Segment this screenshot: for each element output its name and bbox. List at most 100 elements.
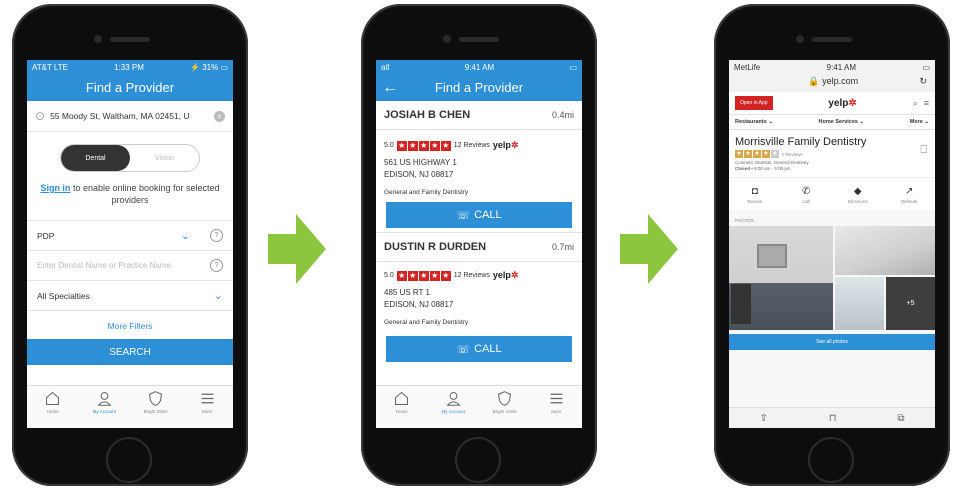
menu-icon xyxy=(201,393,214,404)
phone-2: atl 9:41 AM ▭ ← Find a Provider JOSIAH B… xyxy=(361,4,597,486)
photo-grid[interactable]: +5 xyxy=(729,226,935,330)
external-link-icon: ↗ xyxy=(905,186,914,197)
tab-home[interactable]: Home xyxy=(33,390,73,414)
status-bar: MetLife 9:41 AM ▭ xyxy=(729,60,935,74)
shield-icon xyxy=(149,391,163,406)
see-all-photos-button[interactable]: See all photos xyxy=(729,334,935,350)
more-photos-overlay[interactable]: +5 xyxy=(886,277,935,330)
tabs-icon[interactable]: ⧉ xyxy=(897,413,904,424)
tab-my-account[interactable]: My Account xyxy=(84,390,124,414)
provider-name[interactable]: JOSIAH B CHEN xyxy=(384,109,470,121)
shield-icon xyxy=(498,391,512,406)
review-count[interactable]: 12 Reviews xyxy=(454,142,490,149)
speaker-grille xyxy=(110,37,150,42)
photo-waiting-room[interactable] xyxy=(729,226,833,330)
tab-bright-smile[interactable]: Bright Smile xyxy=(136,390,176,414)
business-name: Morrisville Family Dentistry xyxy=(735,136,867,148)
browser-toolbar: ⇪ ⊓ ⧉ xyxy=(729,407,935,428)
time-label: 9:41 AM xyxy=(464,62,495,72)
app-header: ← Find a Provider xyxy=(376,74,582,101)
phone-1: AT&T LTE 1:33 PM ⚡ 31% ▭ Find a Provider… xyxy=(12,4,248,486)
bookmarks-icon[interactable]: ⊓ xyxy=(829,413,837,424)
call-button[interactable]: ☏ CALL xyxy=(386,202,572,228)
provider-name[interactable]: DUSTIN R DURDEN xyxy=(384,241,486,253)
tab-home[interactable]: Home xyxy=(382,390,422,414)
phone-icon: ☏ xyxy=(456,343,471,356)
photo-treatment-room[interactable] xyxy=(835,277,884,330)
signin-link[interactable]: Sign in xyxy=(40,183,70,193)
help-icon[interactable]: ? xyxy=(210,229,223,242)
directions-button[interactable]: ◆ Directions xyxy=(838,184,878,204)
yelp-nav: Restaurants ⌄ Home Services ⌄ More ⌄ xyxy=(729,115,935,130)
search-icon[interactable]: ⌕ xyxy=(913,98,918,109)
signin-prompt: Sign in to enable online booking for sel… xyxy=(27,182,233,206)
toggle-dental[interactable]: Dental xyxy=(61,145,130,171)
provider-card[interactable]: JOSIAH B CHEN 0.4mi 5.0 ★ ★ ★ ★ ★ 12 Reviews… xyxy=(376,101,582,233)
camera-icon xyxy=(443,35,451,43)
camera-icon xyxy=(94,35,102,43)
search-button[interactable]: SEARCH xyxy=(27,339,233,365)
provider-distance: 0.7mi xyxy=(551,242,574,252)
share-icon[interactable]: ⇪ xyxy=(759,413,767,424)
open-in-app-button[interactable]: Open in App xyxy=(735,96,773,110)
back-arrow-icon[interactable]: ← xyxy=(382,79,398,97)
help-icon[interactable]: ? xyxy=(210,259,223,272)
screen-yelp-page: MetLife 9:41 AM ▭ 🔒 yelp.com ↻ Open in A… xyxy=(729,60,935,428)
user-icon xyxy=(446,392,461,406)
time-label: 9:41 AM xyxy=(826,62,857,72)
app-header: Find a Provider xyxy=(27,74,233,101)
bookmark-icon[interactable]: ⎕ xyxy=(920,144,927,157)
specialties-select[interactable]: All Specialties ⌄ xyxy=(27,281,233,311)
nav-home-services[interactable]: Home Services ⌄ xyxy=(819,119,865,125)
tab-my-account[interactable]: My Account xyxy=(433,390,473,414)
call-button[interactable]: ✆ Call xyxy=(786,184,826,204)
address-line-1: 561 US HIGHWAY 1 xyxy=(384,158,457,167)
yelp-header: Open in App yelp✲ ⌕ ≡ xyxy=(729,92,935,115)
tab-label: Home xyxy=(46,409,59,414)
plan-select[interactable]: PDP ⌄ ? xyxy=(27,220,233,251)
photo-office-ceiling[interactable] xyxy=(835,226,935,275)
tab-label: Bright Smile xyxy=(143,409,168,414)
bottom-tab-bar: Home My Account Bright Smile More xyxy=(376,385,582,428)
dentist-name-input[interactable]: Enter Dentist Name or Practice Name ? xyxy=(27,251,233,281)
signin-text: to enable online booking for selected pr… xyxy=(70,183,220,205)
arrow-right-icon xyxy=(268,214,326,284)
dental-vision-toggle: Dental Vision xyxy=(27,144,233,172)
star-rating-icon: ★ ★ ★ ★ ★ xyxy=(396,140,451,151)
tab-label: Home xyxy=(395,409,408,414)
business-rating: ★ ★ ★ ★ ★ 0 Reviews xyxy=(735,150,929,158)
carrier-label: MetLife xyxy=(734,62,761,72)
battery-label: ⚡ 31% ▭ xyxy=(190,62,228,72)
tab-more[interactable]: More xyxy=(187,390,227,414)
url-bar[interactable]: 🔒 yelp.com ↻ xyxy=(729,74,935,92)
address-field[interactable]: ⊙ 55 Moody St, Waltham, MA 02451, U × xyxy=(27,101,233,132)
reload-icon[interactable]: ↻ xyxy=(919,76,927,87)
toggle-vision[interactable]: Vision xyxy=(130,145,199,171)
home-button[interactable] xyxy=(106,437,152,483)
nav-restaurants[interactable]: Restaurants ⌄ xyxy=(735,119,773,125)
dentist-name-placeholder: Enter Dentist Name or Practice Name xyxy=(37,261,171,270)
status-bar: AT&T LTE 1:33 PM ⚡ 31% ▭ xyxy=(27,60,233,74)
provider-card[interactable]: DUSTIN R DURDEN 0.7mi 5.0 ★ ★ ★ ★ ★ 12 Revie… xyxy=(376,233,582,362)
plan-value: PDP xyxy=(37,230,55,241)
battery-icon: ▭ xyxy=(922,62,930,72)
review-count[interactable]: 0 Reviews xyxy=(782,152,803,157)
chevron-down-icon: ⌄ xyxy=(213,290,223,302)
phone-icon: ☏ xyxy=(456,209,471,222)
review-button[interactable]: ◘ Review xyxy=(735,184,775,204)
phone-icon: ✆ xyxy=(802,186,811,197)
tab-label: My Account xyxy=(441,409,465,414)
more-filters-link[interactable]: More Filters xyxy=(27,321,233,331)
tab-label: My Account xyxy=(92,409,116,414)
tab-more[interactable]: More xyxy=(536,390,576,414)
home-button[interactable] xyxy=(455,437,501,483)
home-button[interactable] xyxy=(808,437,854,483)
menu-icon[interactable]: ≡ xyxy=(924,98,929,109)
call-button[interactable]: ☏ CALL xyxy=(386,336,572,362)
website-button[interactable]: ↗ Website xyxy=(889,184,929,204)
nav-more[interactable]: More ⌄ xyxy=(910,119,929,125)
tab-bright-smile[interactable]: Bright Smile xyxy=(485,390,525,414)
address-value: 55 Moody St, Waltham, MA 02451, U xyxy=(50,111,190,121)
clear-icon[interactable]: × xyxy=(214,110,225,122)
review-count[interactable]: 12 Reviews xyxy=(454,272,490,279)
